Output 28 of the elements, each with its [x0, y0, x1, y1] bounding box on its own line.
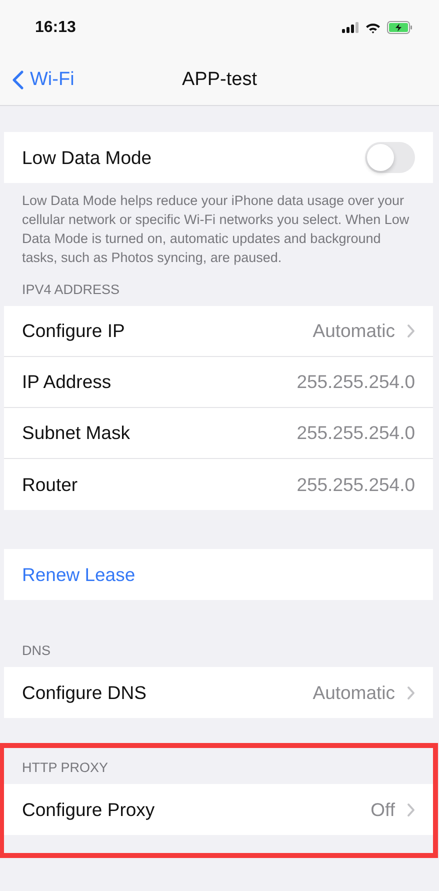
section-header: DNS [21, 642, 52, 660]
row-value: Off [370, 798, 395, 820]
section-header: HTTP PROXY [21, 759, 110, 777]
wifi-icon [365, 22, 381, 34]
battery-icon [387, 21, 413, 34]
row-label: Low Data Mode [22, 146, 152, 168]
row-value: 255.255.254.0 [296, 422, 415, 444]
status-time: 16:13 [35, 18, 76, 36]
row-label: Router [22, 474, 78, 496]
settings-row[interactable]: Configure DNS Automatic [4, 667, 433, 718]
settings-row[interactable]: Configure IP Automatic [4, 306, 433, 357]
toggle-switch[interactable] [365, 142, 415, 173]
row-value: 255.255.254.0 [296, 371, 415, 393]
row-label: IP Address [22, 371, 112, 393]
row-value: Automatic [312, 682, 395, 704]
row-value: Automatic [312, 320, 395, 342]
chevron-left-icon [12, 70, 24, 90]
settings-row[interactable]: Configure Proxy Off [4, 784, 433, 835]
signal-icon [342, 22, 359, 33]
row-value: 255.255.254.0 [296, 474, 415, 496]
row-label: Subnet Mask [22, 422, 130, 444]
row-label: Configure IP [22, 320, 125, 342]
section-footer: Low Data Mode helps reduce your iPhone data usage over your cellular network or specific Wi-Fi networks you select. When Low Data Mode is turned on, automatic updates and background tasks, such as Photos syncing, are paused. [4, 183, 433, 267]
row-label: Configure Proxy [22, 798, 155, 820]
nav-title: APP-test [182, 69, 257, 91]
row-label: Configure DNS [22, 682, 146, 704]
section-header: IPV4 ADDRESS [21, 281, 121, 299]
back-button[interactable]: Wi-Fi [0, 69, 74, 91]
